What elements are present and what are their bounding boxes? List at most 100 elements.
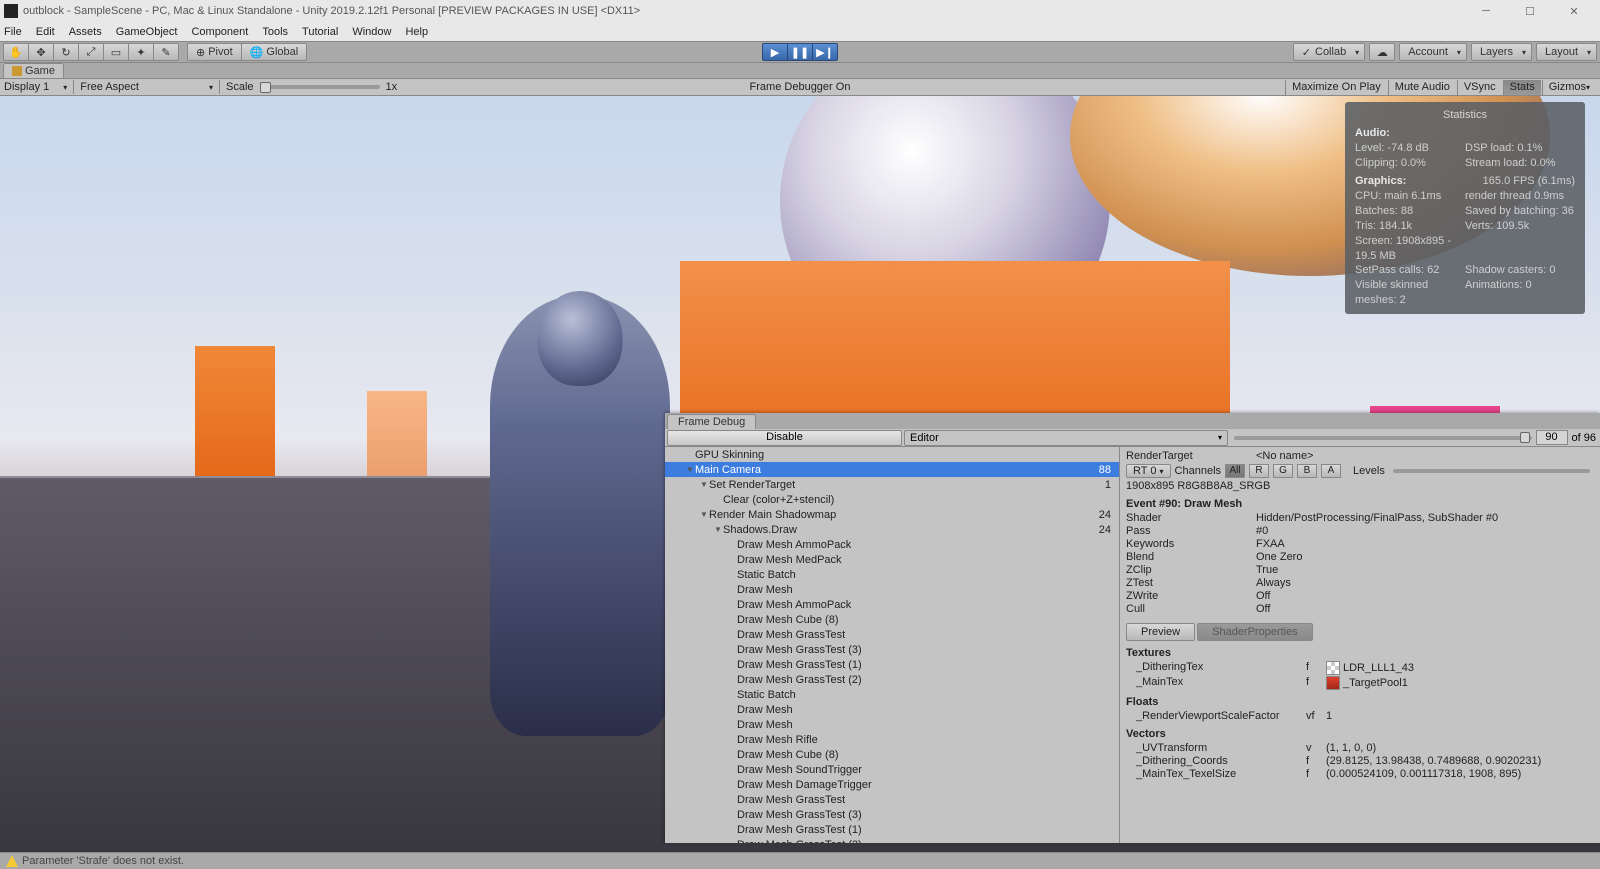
tree-row[interactable]: Draw Mesh GrassTest (1): [665, 822, 1119, 837]
draw-call-details: RenderTarget<No name> RT 0 ▾ Channels Al…: [1120, 447, 1600, 843]
game-tab[interactable]: Game: [3, 63, 64, 78]
vector-row: _MainTex_TexelSizef(0.000524109, 0.00111…: [1126, 768, 1594, 780]
channel-r[interactable]: R: [1249, 464, 1269, 478]
custom-tool[interactable]: ✎: [153, 43, 179, 61]
tree-row[interactable]: ▼Render Main Shadowmap24: [665, 507, 1119, 522]
tree-row[interactable]: Clear (color+Z+stencil): [665, 492, 1119, 507]
maximize-button[interactable]: ☐: [1508, 0, 1552, 22]
cloud-button[interactable]: ☁: [1369, 43, 1395, 61]
game-opt-gizmos[interactable]: Gizmos ▾: [1542, 80, 1596, 95]
tree-row[interactable]: Draw Mesh GrassTest (3): [665, 642, 1119, 657]
account-dropdown[interactable]: Account: [1399, 43, 1467, 61]
editor-dropdown[interactable]: Editor: [904, 430, 1228, 446]
channel-g[interactable]: G: [1273, 464, 1293, 478]
tree-row[interactable]: Draw Mesh AmmoPack: [665, 537, 1119, 552]
tree-row[interactable]: Draw Mesh: [665, 702, 1119, 717]
shader-prop: ZTestAlways: [1126, 577, 1594, 589]
layers-dropdown[interactable]: Layers: [1471, 43, 1532, 61]
tree-row[interactable]: Draw Mesh GrassTest (2): [665, 672, 1119, 687]
preview-tab[interactable]: Preview: [1126, 623, 1195, 641]
tree-row[interactable]: Draw Mesh Cube (8): [665, 747, 1119, 762]
tree-row[interactable]: Draw Mesh SoundTrigger: [665, 762, 1119, 777]
tree-row[interactable]: Draw Mesh AmmoPack: [665, 597, 1119, 612]
tree-row[interactable]: Draw Mesh GrassTest: [665, 792, 1119, 807]
levels-slider[interactable]: [1393, 469, 1590, 473]
event-number[interactable]: 90: [1536, 430, 1568, 445]
tree-row[interactable]: ▼Shadows.Draw24: [665, 522, 1119, 537]
vector-row: _Dithering_Coordsf(29.8125, 13.98438, 0.…: [1126, 755, 1594, 767]
shader-prop: ZClipTrue: [1126, 564, 1594, 576]
move-tool[interactable]: ✥: [28, 43, 54, 61]
rotate-tool[interactable]: ↻: [53, 43, 79, 61]
shader-properties-tab[interactable]: ShaderProperties: [1197, 623, 1313, 641]
scale-label: Scale: [226, 81, 254, 93]
tree-row[interactable]: Draw Mesh GrassTest (1): [665, 657, 1119, 672]
pivot-toggle[interactable]: ⊕Pivot: [187, 43, 242, 61]
display-dropdown[interactable]: Display 1: [4, 81, 49, 93]
status-bar: Parameter 'Strafe' does not exist.: [0, 852, 1600, 869]
channel-all[interactable]: All: [1225, 464, 1245, 478]
collab-dropdown[interactable]: ✓Collab: [1293, 43, 1365, 61]
menu-window[interactable]: Window: [352, 26, 391, 38]
shader-prop: ShaderHidden/PostProcessing/FinalPass, S…: [1126, 512, 1594, 524]
play-controls: ▶ ❚❚ ▶❙: [762, 43, 838, 61]
step-button[interactable]: ▶❙: [812, 43, 838, 61]
pause-button[interactable]: ❚❚: [787, 43, 813, 61]
scale-tool[interactable]: ⤢: [78, 43, 104, 61]
game-opt-vsync[interactable]: VSync: [1457, 80, 1502, 95]
shader-prop: ZWriteOff: [1126, 590, 1594, 602]
menu-tools[interactable]: Tools: [262, 26, 288, 38]
tree-row[interactable]: Static Batch: [665, 687, 1119, 702]
channels-label: Channels: [1175, 465, 1221, 477]
disable-button[interactable]: Disable: [667, 430, 902, 446]
tree-row[interactable]: Static Batch: [665, 567, 1119, 582]
tree-row[interactable]: Draw Mesh: [665, 582, 1119, 597]
menu-bar: File Edit Assets GameObject Component Tools Tu…: [0, 22, 1600, 41]
menu-assets[interactable]: Assets: [69, 26, 102, 38]
tree-row[interactable]: Draw Mesh Rifle: [665, 732, 1119, 747]
tree-row[interactable]: Draw Mesh DamageTrigger: [665, 777, 1119, 792]
rect-tool[interactable]: ▭: [103, 43, 129, 61]
tree-row[interactable]: Draw Mesh Cube (8): [665, 612, 1119, 627]
levels-label: Levels: [1353, 465, 1385, 477]
rt-format: 1908x895 R8G8B8A8_SRGB: [1126, 480, 1594, 492]
play-button[interactable]: ▶: [762, 43, 788, 61]
texture-row[interactable]: _DitheringTexfLDR_LLL1_43: [1126, 661, 1594, 675]
game-opt-maximize-on-play[interactable]: Maximize On Play: [1285, 80, 1387, 95]
rt-select[interactable]: RT 0 ▾: [1126, 464, 1171, 478]
event-slider[interactable]: [1234, 436, 1532, 440]
tree-row[interactable]: GPU Skinning: [665, 447, 1119, 462]
channel-b[interactable]: B: [1297, 464, 1317, 478]
menu-file[interactable]: File: [4, 26, 22, 38]
tree-row[interactable]: Draw Mesh: [665, 717, 1119, 732]
aspect-dropdown[interactable]: Free Aspect: [80, 81, 139, 93]
draw-call-tree[interactable]: GPU Skinning▼Main Camera88▼Set RenderTar…: [665, 447, 1120, 843]
frame-debug-tab[interactable]: Frame Debug: [667, 414, 756, 429]
menu-tutorial[interactable]: Tutorial: [302, 26, 338, 38]
vectors-header: Vectors: [1126, 728, 1594, 740]
close-button[interactable]: ✕: [1552, 0, 1596, 22]
menu-component[interactable]: Component: [191, 26, 248, 38]
game-toolbar: Display 1▾ Free Aspect▾ Scale 1x Frame D…: [0, 79, 1600, 96]
game-opt-mute-audio[interactable]: Mute Audio: [1388, 80, 1456, 95]
tree-row[interactable]: Draw Mesh GrassTest: [665, 627, 1119, 642]
menu-gameobject[interactable]: GameObject: [116, 26, 178, 38]
layout-dropdown[interactable]: Layout: [1536, 43, 1597, 61]
hand-tool[interactable]: ✋: [3, 43, 29, 61]
transform-tool[interactable]: ✦: [128, 43, 154, 61]
tree-row[interactable]: Draw Mesh GrassTest (3): [665, 807, 1119, 822]
scale-slider[interactable]: [260, 85, 380, 89]
tree-row[interactable]: Draw Mesh GrassTest (2): [665, 837, 1119, 843]
menu-help[interactable]: Help: [405, 26, 428, 38]
channel-a[interactable]: A: [1321, 464, 1341, 478]
tree-row[interactable]: Draw Mesh MedPack: [665, 552, 1119, 567]
tree-row[interactable]: ▼Set RenderTarget1: [665, 477, 1119, 492]
floats-header: Floats: [1126, 696, 1594, 708]
game-opt-stats[interactable]: Stats: [1503, 80, 1541, 95]
minimize-button[interactable]: ─: [1464, 0, 1508, 22]
tree-row[interactable]: ▼Main Camera88: [665, 462, 1119, 477]
menu-edit[interactable]: Edit: [36, 26, 55, 38]
float-row: _RenderViewportScaleFactorvf1: [1126, 710, 1594, 722]
global-toggle[interactable]: 🌐Global: [241, 43, 308, 61]
texture-row[interactable]: _MainTexf_TargetPool1: [1126, 676, 1594, 690]
